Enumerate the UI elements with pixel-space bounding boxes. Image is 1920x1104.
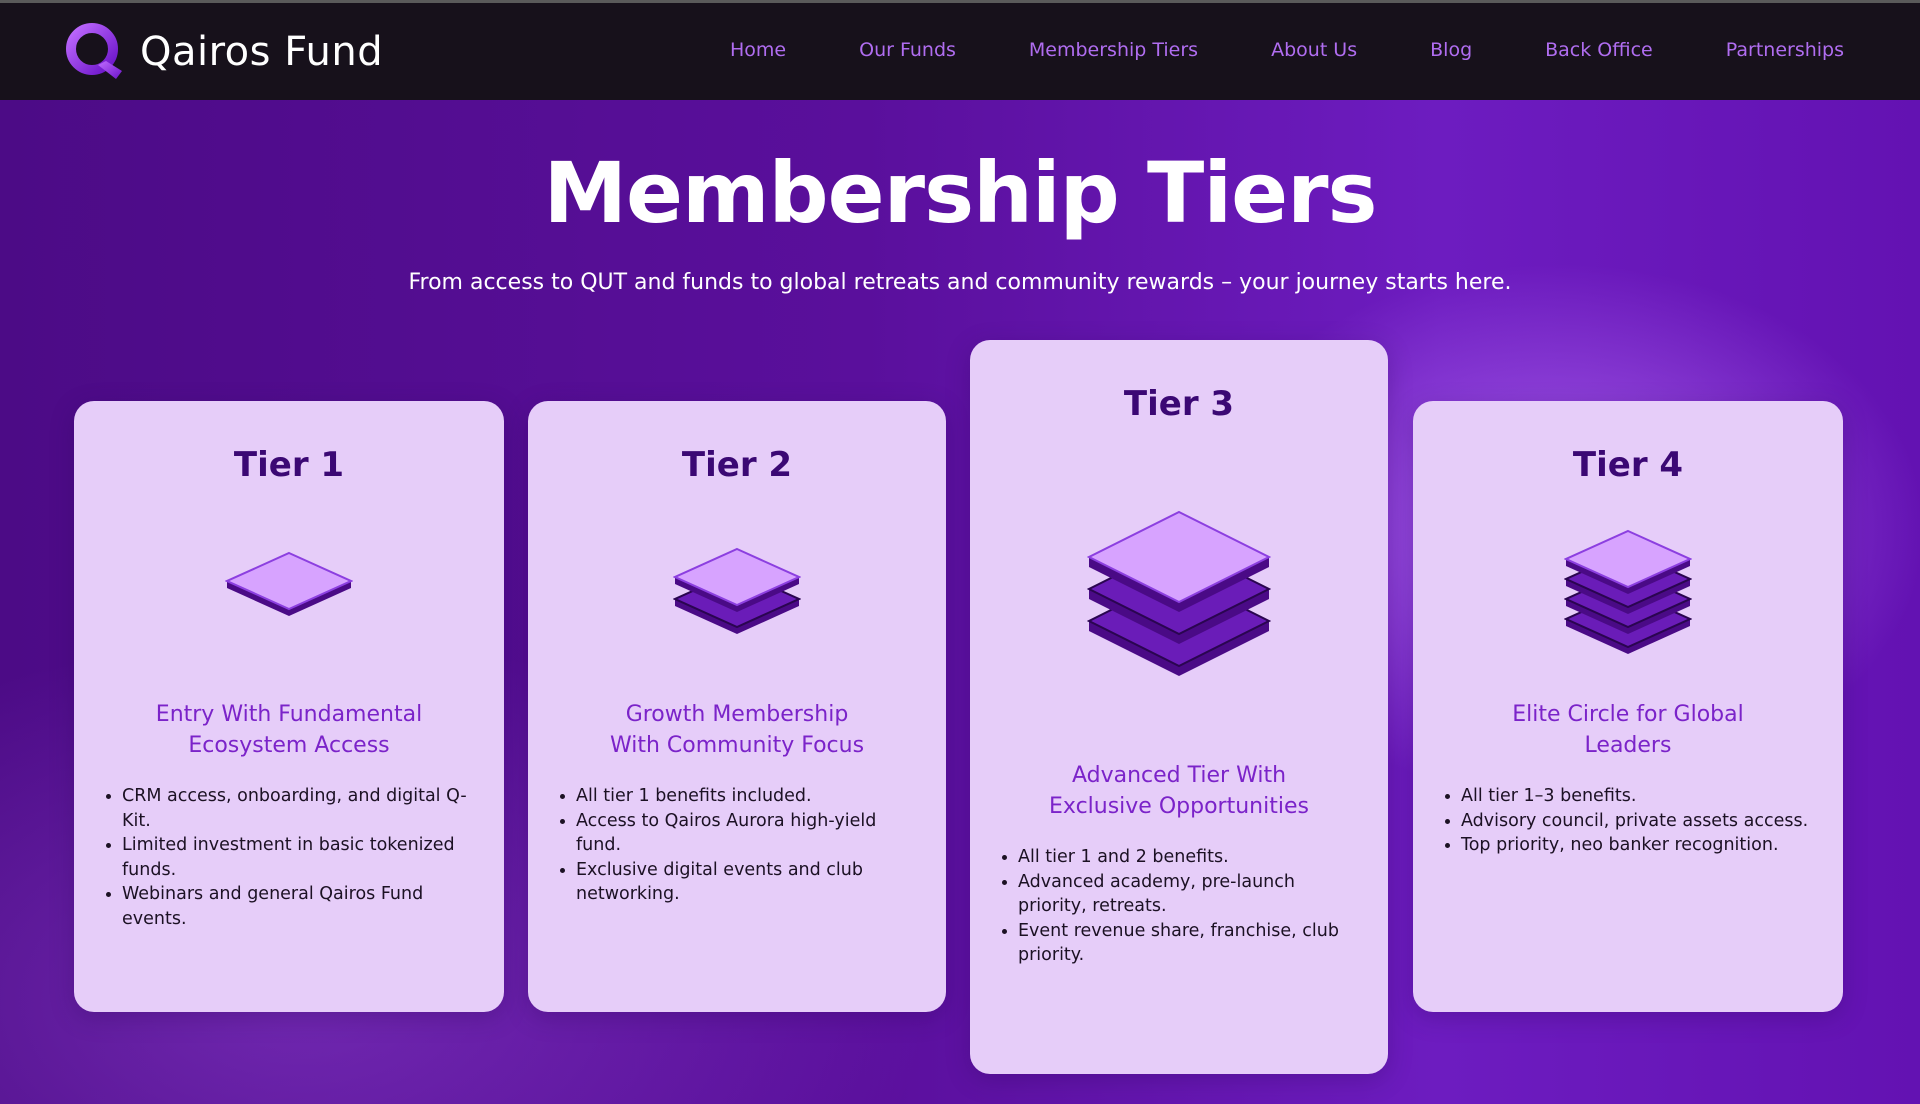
tier-title: Tier 3 [1123, 384, 1235, 424]
tier-subtitle-line: With Community Focus [609, 733, 865, 758]
tier-benefits: All tier 1 and 2 benefits. Advanced acad… [1000, 845, 1358, 968]
navbar: Qairos Fund Home Our Funds Membership Ti… [0, 3, 1920, 100]
tier-title: Tier 2 [681, 445, 793, 485]
benefit-item: All tier 1–3 benefits. [1443, 784, 1813, 809]
benefit-item: Limited investment in basic tokenized fu… [104, 833, 474, 882]
page-title: Membership Tiers [543, 144, 1377, 242]
layer-stack-2-icon [672, 547, 802, 642]
tier-subtitle: Elite Circle for Global Leaders [1413, 699, 1843, 761]
nav-membership-tiers[interactable]: Membership Tiers [1029, 39, 1198, 61]
tier-card-4[interactable]: Tier 4 Elite Circle for Global Leaders A… [1413, 401, 1843, 1012]
nav-blog[interactable]: Blog [1430, 39, 1472, 61]
tier-subtitle: Growth Membership With Community Focus [528, 699, 946, 761]
tier-subtitle-line: Exclusive Opportunities [1049, 794, 1309, 819]
benefit-item: All tier 1 and 2 benefits. [1000, 845, 1358, 870]
benefit-item: Advisory council, private assets access. [1443, 809, 1813, 834]
tier-subtitle-line: Advanced Tier With [1071, 763, 1287, 788]
tier-subtitle-line: Growth Membership [625, 702, 849, 727]
brand-name: Qairos Fund [140, 29, 384, 75]
nav-about-us[interactable]: About Us [1271, 39, 1357, 61]
tier-title: Tier 4 [1572, 445, 1684, 485]
tier-subtitle: Advanced Tier With Exclusive Opportuniti… [970, 760, 1388, 822]
tier-card-2[interactable]: Tier 2 Growth Membership With Community … [528, 401, 946, 1012]
tier-benefits: CRM access, onboarding, and digital Q-Ki… [104, 784, 474, 931]
main-nav: Home Our Funds Membership Tiers About Us… [730, 39, 1844, 61]
hero-section: Membership Tiers From access to QUT and … [0, 100, 1920, 1104]
benefit-item: Access to Qairos Aurora high-yield fund. [558, 809, 916, 858]
nav-partnerships[interactable]: Partnerships [1726, 39, 1844, 61]
tier-benefits: All tier 1 benefits included. Access to … [558, 784, 916, 907]
tier-subtitle-line: Entry With Fundamental [155, 702, 423, 727]
tier-subtitle-line: Elite Circle for Global [1512, 702, 1744, 727]
layer-stack-1-icon [224, 551, 354, 624]
benefit-item: Exclusive digital events and club networ… [558, 858, 916, 907]
benefit-item: All tier 1 benefits included. [558, 784, 916, 809]
tier-title: Tier 1 [233, 445, 345, 485]
tier-subtitle-line: Ecosystem Access [188, 733, 390, 758]
benefit-item: Event revenue share, franchise, club pri… [1000, 919, 1358, 968]
benefit-item: Advanced academy, pre-launch priority, r… [1000, 870, 1358, 919]
nav-our-funds[interactable]: Our Funds [859, 39, 956, 61]
tier-subtitle-line: Leaders [1584, 733, 1672, 758]
benefit-item: Top priority, neo banker recognition. [1443, 833, 1813, 858]
tier-benefits: All tier 1–3 benefits. Advisory council,… [1443, 784, 1813, 858]
tier-card-1[interactable]: Tier 1 Entry With Fundamental Ecosystem … [74, 401, 504, 1012]
nav-home[interactable]: Home [730, 39, 786, 61]
layer-stack-4-icon [1563, 529, 1693, 662]
brand-link[interactable]: Qairos Fund [64, 21, 383, 83]
tier-subtitle: Entry With Fundamental Ecosystem Access [74, 699, 504, 761]
q-ring-logo-icon [66, 23, 122, 79]
tier-card-3[interactable]: Tier 3 Advanced Tier With Exclusive Oppo… [970, 340, 1388, 1074]
benefit-item: CRM access, onboarding, and digital Q-Ki… [104, 784, 474, 833]
page-subtitle: From access to QUT and funds to global r… [408, 270, 1512, 295]
nav-back-office[interactable]: Back Office [1545, 39, 1653, 61]
layer-stack-3-icon [1086, 510, 1272, 684]
benefit-item: Webinars and general Qairos Fund events. [104, 882, 474, 931]
